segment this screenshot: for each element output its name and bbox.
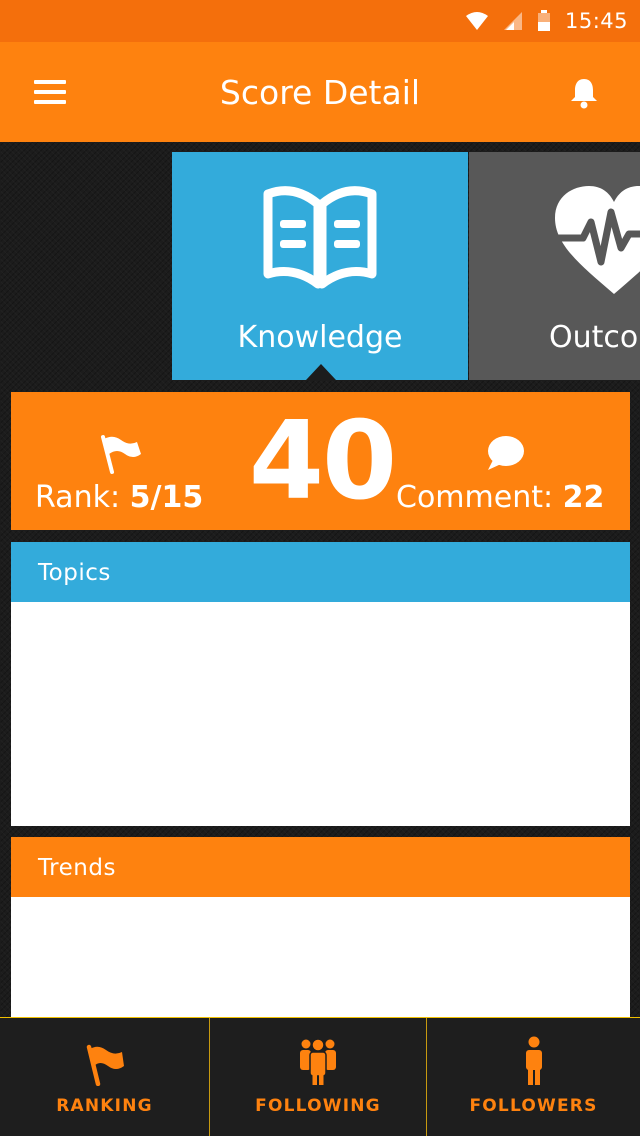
- signal-icon: [503, 12, 522, 30]
- nav-label-ranking: RANKING: [56, 1096, 153, 1116]
- rank-value: 5/15: [129, 480, 204, 515]
- nav-label-followers: FOLLOWERS: [469, 1096, 598, 1116]
- battery-icon: [537, 10, 550, 31]
- rank-label: Rank:: [35, 480, 121, 515]
- topics-header[interactable]: Topics: [11, 542, 630, 602]
- book-icon: [263, 186, 377, 289]
- app-bar: Score Detail: [0, 42, 640, 142]
- nav-following[interactable]: FOLLOWING: [209, 1018, 426, 1136]
- status-time: 15:45: [564, 9, 628, 33]
- person-icon: [525, 1036, 542, 1085]
- selected-indicator: [306, 364, 336, 380]
- comment-icon: [488, 436, 524, 470]
- trends-content: [11, 897, 630, 1022]
- page-title: Score Detail: [219, 72, 421, 112]
- bell-icon[interactable]: [568, 76, 600, 110]
- bottom-nav: RANKING FOLLOWING FOLLOWERS: [0, 1017, 640, 1136]
- flag-icon: [101, 435, 141, 474]
- trends-header[interactable]: Trends: [11, 837, 630, 897]
- flag-icon: [86, 1044, 124, 1086]
- category-card-knowledge[interactable]: Knowledge: [172, 152, 468, 380]
- nav-followers[interactable]: FOLLOWERS: [426, 1018, 640, 1136]
- category-card-outcome[interactable]: Outcome: [469, 152, 640, 380]
- heart-pulse-icon: [555, 186, 640, 294]
- nav-ranking[interactable]: RANKING: [0, 1018, 209, 1136]
- topics-content: [11, 602, 630, 826]
- status-bar: 15:45: [0, 0, 640, 42]
- score-panel: Rank: 5/15 40 Comment: 22: [11, 392, 630, 530]
- comment-value: 22: [562, 480, 605, 515]
- rank-text: Rank: 5/15: [35, 480, 203, 515]
- wifi-icon: [465, 12, 488, 30]
- group-icon: [300, 1038, 336, 1085]
- comment-label: Comment:: [396, 480, 554, 515]
- category-label-outcome: Outcome: [549, 320, 640, 355]
- menu-icon[interactable]: [34, 80, 68, 106]
- nav-label-following: FOLLOWING: [255, 1096, 381, 1116]
- category-label-knowledge: Knowledge: [237, 320, 403, 355]
- score-value: 40: [248, 399, 397, 524]
- comment-text: Comment: 22: [396, 480, 604, 515]
